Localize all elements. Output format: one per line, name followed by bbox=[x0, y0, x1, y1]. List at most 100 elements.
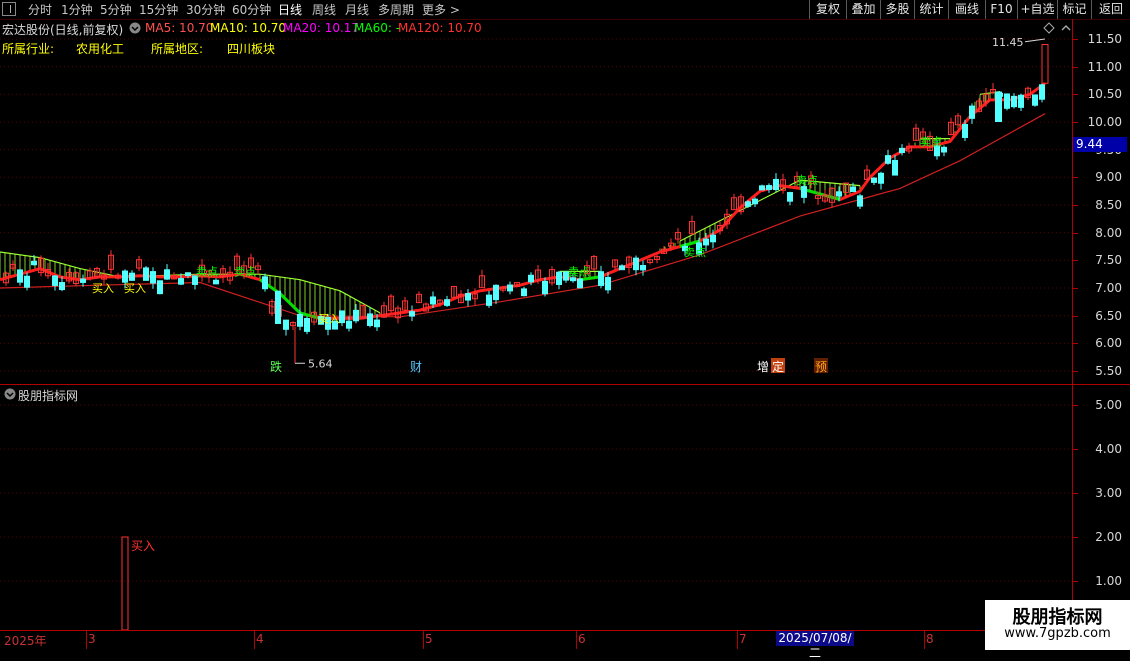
event-marker[interactable]: 定 bbox=[772, 359, 784, 374]
tab-1min[interactable]: 1分钟 bbox=[61, 1, 93, 18]
price-tick-label: 10.50 bbox=[1087, 87, 1122, 102]
tab-weekly[interactable]: 周线 bbox=[312, 1, 336, 18]
candle-down bbox=[1039, 84, 1045, 100]
event-marker[interactable]: 财 bbox=[410, 360, 422, 374]
candle-down bbox=[430, 296, 436, 305]
cursor-date: 2025/07/08/二 bbox=[776, 631, 854, 660]
date-month-7: 7 bbox=[739, 632, 747, 646]
tab-daily[interactable]: 日线 bbox=[278, 1, 302, 18]
candle-down bbox=[465, 293, 471, 301]
add-watchlist-button[interactable]: +自选 bbox=[1017, 0, 1057, 19]
candle-down bbox=[542, 280, 548, 295]
date-tick bbox=[924, 631, 925, 649]
candle-down bbox=[24, 275, 30, 288]
event-marker[interactable]: 增 bbox=[757, 360, 769, 374]
candle-down bbox=[150, 271, 156, 284]
candle-down bbox=[122, 270, 128, 283]
candle-down bbox=[710, 234, 716, 243]
price-tick-label: 9.00 bbox=[1095, 170, 1122, 185]
candle-down bbox=[374, 319, 380, 328]
event-marker[interactable]: 预 bbox=[815, 360, 827, 374]
multi-stock-button[interactable]: 多股 bbox=[880, 0, 914, 19]
tab-monthly[interactable]: 月线 bbox=[345, 1, 369, 18]
tab-timeshare[interactable]: 分时 bbox=[28, 1, 52, 18]
candle-down bbox=[275, 290, 281, 324]
buy-signal-text: 买入 bbox=[131, 539, 155, 553]
candle-down bbox=[178, 278, 184, 285]
panel-toggle-icon[interactable] bbox=[2, 2, 16, 16]
f10-button[interactable]: F10 bbox=[985, 0, 1017, 19]
candle-down bbox=[598, 271, 604, 286]
price-tick-label: 6.00 bbox=[1095, 336, 1122, 351]
candle-down bbox=[521, 288, 527, 297]
draw-line-button[interactable]: 画线 bbox=[948, 0, 985, 19]
candle-down bbox=[787, 192, 793, 202]
candle-down bbox=[129, 272, 135, 281]
price-tick-label: 7.00 bbox=[1095, 281, 1122, 295]
price-tick-mark bbox=[1073, 232, 1078, 234]
indicator-tick-label: 1.00 bbox=[1095, 574, 1122, 588]
candle-down bbox=[605, 276, 611, 291]
tab-15min[interactable]: 15分钟 bbox=[139, 1, 178, 18]
candle-down bbox=[969, 105, 975, 119]
mark-button[interactable]: 标记 bbox=[1057, 0, 1091, 19]
candle-down bbox=[493, 284, 499, 301]
candle-down bbox=[213, 279, 219, 285]
price-tick-mark bbox=[1073, 177, 1078, 179]
indicator-axis: 5.00 4.00 3.00 2.00 1.00 bbox=[1073, 385, 1130, 630]
indicator-tick-label: 2.00 bbox=[1095, 530, 1122, 544]
date-tick bbox=[86, 631, 87, 649]
sell-signal-label: 卖点 bbox=[568, 265, 590, 278]
sell-signal-label: 卖点 bbox=[796, 174, 818, 187]
candle-down bbox=[17, 269, 23, 283]
date-tick bbox=[254, 631, 255, 649]
candle-down bbox=[80, 278, 86, 283]
indicator-chart[interactable]: 买入 bbox=[0, 385, 1072, 630]
slow-ma-line bbox=[0, 113, 1046, 318]
candle-down bbox=[773, 178, 779, 191]
watermark-url: www.7gpzb.com bbox=[1004, 626, 1111, 641]
candle-down bbox=[1004, 93, 1010, 109]
candle-down bbox=[1032, 94, 1038, 106]
buy-signal-label: 买入 bbox=[318, 312, 340, 325]
price-tick-label: 6.50 bbox=[1095, 308, 1122, 323]
tab-multi-period[interactable]: 多周期 bbox=[378, 1, 414, 18]
candle-down bbox=[752, 198, 758, 205]
candle-down bbox=[1011, 95, 1017, 108]
candle-down bbox=[556, 271, 562, 285]
date-month-8: 8 bbox=[926, 632, 934, 646]
restore-rights-button[interactable]: 复权 bbox=[809, 0, 846, 19]
candle-down bbox=[304, 318, 310, 332]
tab-5min[interactable]: 5分钟 bbox=[100, 1, 132, 18]
indicator-tick-mark bbox=[1073, 537, 1078, 538]
candlestick-chart[interactable]: 11.455.64买入 买入买入卖点 卖点 卖点卖点卖点卖点跌财增定预 bbox=[0, 19, 1072, 384]
date-month-3: 3 bbox=[88, 632, 96, 646]
price-tick-mark bbox=[1073, 122, 1078, 123]
tab-30min[interactable]: 30分钟 bbox=[186, 1, 225, 18]
candle-down bbox=[353, 309, 359, 322]
buy-signal-bar bbox=[121, 536, 129, 630]
candle-down bbox=[339, 310, 345, 324]
date-axis-line bbox=[0, 630, 1130, 631]
toolbar: 分时 1分钟 5分钟 15分钟 30分钟 60分钟 日线 周线 月线 多周期 更… bbox=[0, 0, 1130, 20]
candle-down bbox=[619, 265, 625, 271]
candle-up bbox=[1041, 44, 1049, 84]
event-marker[interactable]: 跌 bbox=[270, 359, 282, 374]
overlay-button[interactable]: 叠加 bbox=[846, 0, 880, 19]
watermark: 股朋指标网 www.7gpzb.com bbox=[985, 600, 1130, 650]
statistics-button[interactable]: 统计 bbox=[914, 0, 948, 19]
indicator-tick-label: 3.00 bbox=[1095, 486, 1122, 500]
date-month-6: 6 bbox=[578, 632, 586, 646]
price-tick-mark bbox=[1073, 66, 1078, 68]
candle-down bbox=[59, 282, 65, 291]
date-month-4: 4 bbox=[256, 632, 264, 646]
tab-60min[interactable]: 60分钟 bbox=[232, 1, 271, 18]
sell-signal-label: 卖点 bbox=[920, 135, 942, 148]
buy-signal-label: 买入 bbox=[92, 282, 114, 295]
candle-down bbox=[346, 320, 352, 329]
tab-more[interactable]: 更多 > bbox=[422, 1, 460, 18]
sell-signal-label: 卖点 bbox=[684, 246, 706, 259]
back-button[interactable]: 返回 bbox=[1091, 0, 1130, 19]
candle-down bbox=[444, 299, 450, 306]
date-tick bbox=[737, 631, 738, 649]
